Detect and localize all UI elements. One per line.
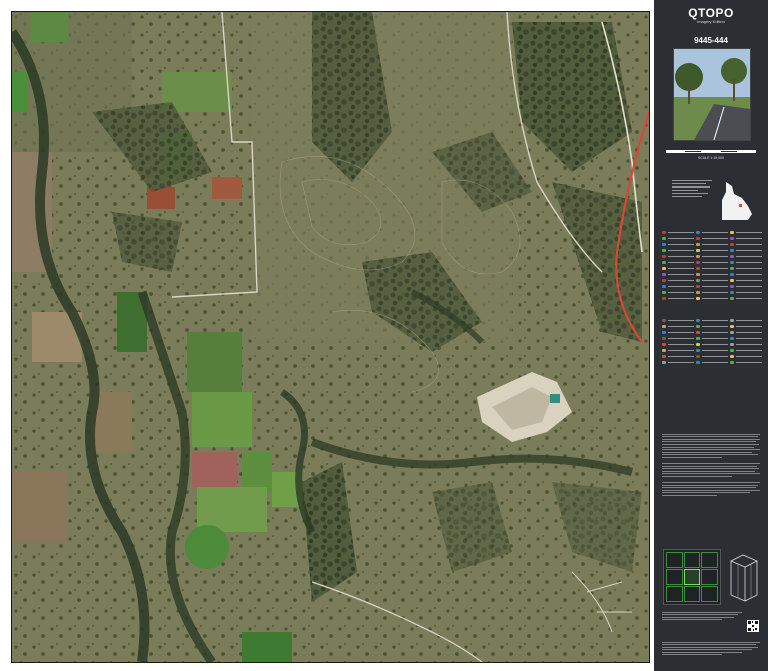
imagery [12, 12, 649, 662]
sheet-layout-diagram [730, 554, 758, 602]
queensland-outline-icon [722, 182, 752, 220]
map-brand-title: QTOPO [688, 6, 734, 20]
map-info-panel: QTOPO Imagery Edition 9445-444 SCALE 1:1… [654, 0, 768, 671]
legend-relief [662, 318, 762, 364]
map-notes-text [662, 432, 760, 497]
copyright-text [662, 610, 742, 622]
legend-features [662, 230, 762, 300]
footer-disclaimer [662, 640, 760, 657]
projection-notes [672, 178, 716, 199]
satellite-map[interactable] [11, 11, 650, 663]
map-sheet: QTOPO Imagery Edition 9445-444 SCALE 1:1… [0, 0, 768, 671]
qr-code-icon[interactable] [747, 620, 759, 632]
sheet-number: 9445-444 [694, 36, 728, 45]
cover-photo [673, 48, 751, 141]
scale-label: SCALE 1:15,000 [697, 156, 725, 160]
scale-bar [666, 150, 756, 153]
map-edition-subtitle: Imagery Edition [697, 19, 725, 24]
adjoining-sheets-index [663, 549, 721, 605]
